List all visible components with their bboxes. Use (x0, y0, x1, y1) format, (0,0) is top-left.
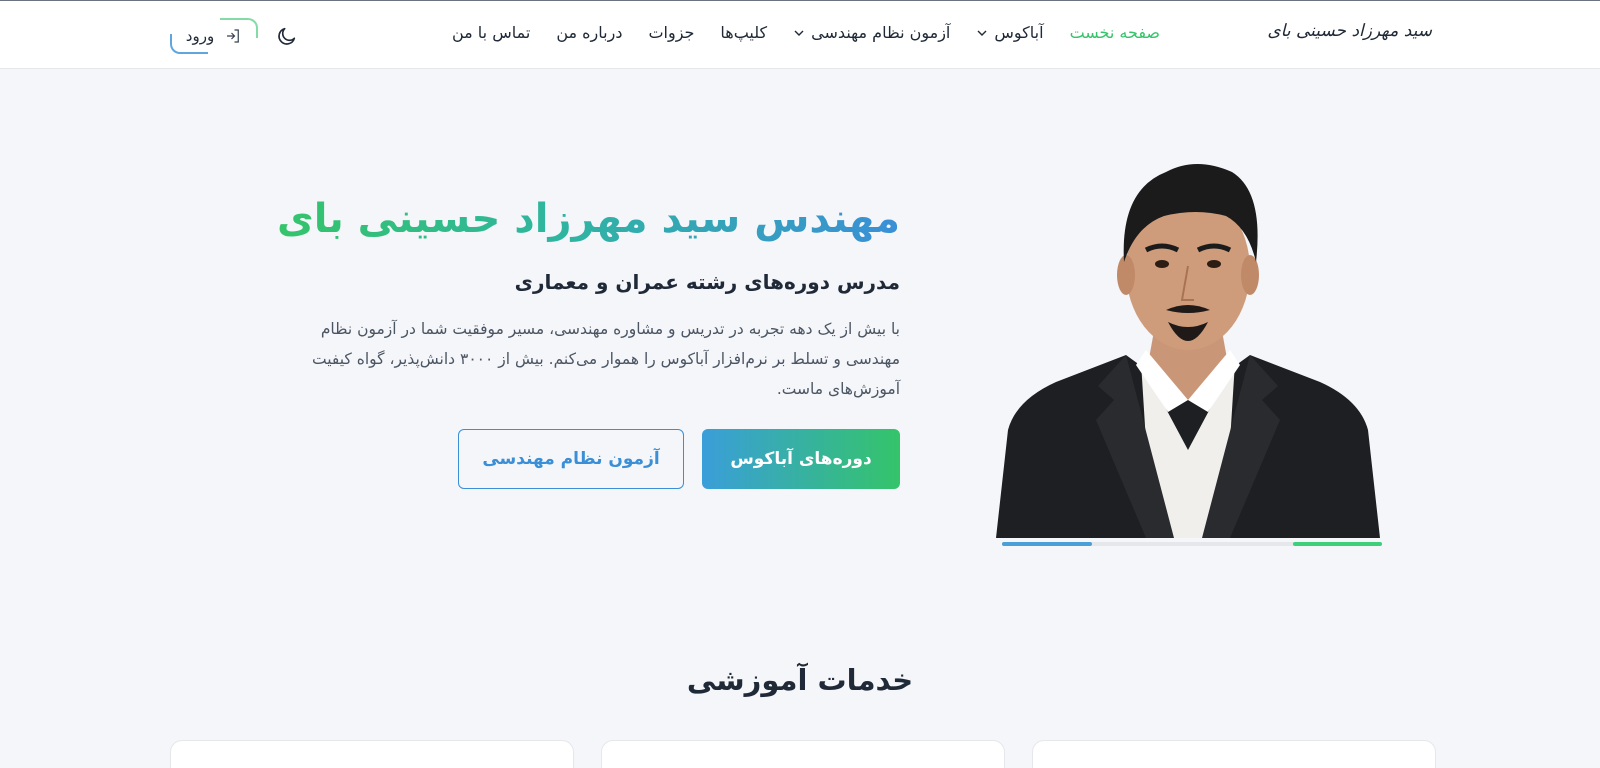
nav-item-label: تماس با من (451, 23, 531, 42)
nav-item-label: جزوات (648, 23, 695, 42)
hero-description: با بیش از یک دهه تجربه در تدریس و مشاوره… (312, 320, 900, 398)
hero-subtitle: مدرس دوره‌های رشته عمران و معماری (514, 270, 900, 294)
nav-item-label: آباکوس (994, 23, 1044, 42)
slider-indicator[interactable] (1293, 542, 1382, 546)
nav-item-abaqus[interactable]: آباکوس (976, 23, 1044, 42)
slider-indicator[interactable] (1002, 542, 1092, 546)
chevron-down-icon (794, 30, 804, 36)
nav-item-exam[interactable]: آزمون نظام مهندسی (793, 23, 950, 42)
nav-item-label: درباره من (556, 23, 623, 42)
nav-item-label: صفحه نخست (1069, 23, 1160, 42)
nav-item-clips[interactable]: کلیپ‌ها (720, 23, 767, 42)
nav-item-about[interactable]: درباره من (556, 23, 622, 42)
hero-title: مهندس سید مهرزاد حسینی بای (277, 196, 900, 242)
service-card[interactable] (170, 740, 574, 768)
abaqus-courses-button[interactable]: دوره‌های آباکوس (702, 429, 900, 489)
services-title: خدمات آموزشی (686, 663, 914, 697)
engineering-exam-button[interactable]: آزمون نظام مهندسی (458, 429, 684, 489)
nav-item-contact[interactable]: تماس با من (452, 23, 530, 42)
service-card[interactable] (601, 740, 1005, 768)
login-button[interactable]: ورود (170, 18, 258, 54)
nav-item-home[interactable]: صفحه نخست (1070, 23, 1160, 42)
site-brand[interactable]: سید مهرزاد حسینی بای (1267, 21, 1432, 41)
main-nav: صفحه نخست آباکوس آزمون نظام مهندسی کلیپ‌… (452, 23, 1160, 42)
site-header: سید مهرزاد حسینی بای صفحه نخست آباکوس آز… (0, 0, 1600, 69)
instructor-portrait (996, 164, 1380, 538)
login-label: ورود (185, 27, 215, 45)
chevron-down-icon (977, 30, 987, 36)
nav-item-label: کلیپ‌ها (720, 23, 768, 42)
moon-icon[interactable] (276, 25, 298, 47)
service-card[interactable] (1032, 740, 1436, 768)
service-cards (170, 740, 1436, 768)
nav-item-label: آزمون نظام مهندسی (811, 23, 951, 42)
nav-item-booklets[interactable]: جزوات (648, 23, 694, 42)
sign-in-icon (227, 29, 240, 43)
